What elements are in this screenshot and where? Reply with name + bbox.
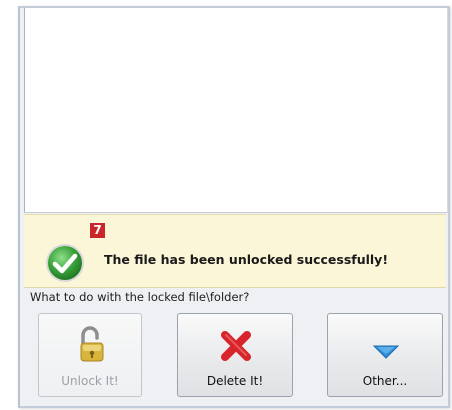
delete-button[interactable]: Delete It! — [177, 313, 293, 397]
locked-items-list[interactable] — [24, 8, 448, 213]
action-prompt: What to do with the locked file\folder? — [30, 290, 250, 304]
status-message: The file has been unlocked successfully! — [104, 252, 389, 267]
other-button[interactable]: Other... — [327, 313, 443, 397]
unlock-button[interactable]: Unlock It! — [38, 313, 142, 397]
other-button-label: Other... — [362, 374, 408, 388]
delete-button-label: Delete It! — [206, 374, 264, 388]
red-x-icon — [221, 331, 251, 361]
check-circle-icon — [46, 244, 84, 282]
step-badge: 7 — [90, 223, 105, 238]
padlock-open-icon — [80, 326, 104, 362]
unlocker-window: 7 The file has been unlocked successfull… — [18, 6, 450, 408]
unlock-button-label: Unlock It! — [61, 374, 119, 388]
chevron-down-icon — [372, 345, 400, 359]
status-bar: 7 The file has been unlocked successfull… — [24, 214, 446, 288]
